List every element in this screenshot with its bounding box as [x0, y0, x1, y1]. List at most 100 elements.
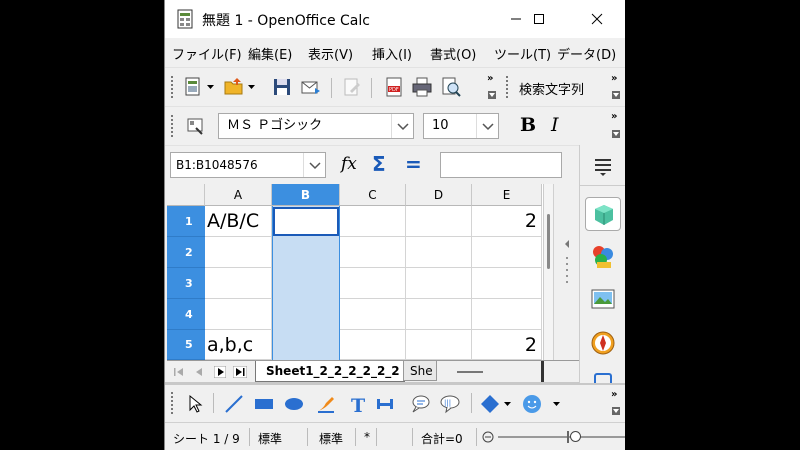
styles-icon[interactable]	[185, 115, 207, 137]
toolbar-grip[interactable]	[506, 76, 509, 98]
line-icon[interactable]	[223, 393, 245, 415]
table-cell[interactable]	[406, 299, 472, 330]
row-header[interactable]: 4	[167, 299, 205, 330]
sheet-indicator[interactable]: シート 1 / 9	[173, 430, 240, 447]
next-sheet-icon[interactable]	[214, 366, 226, 378]
cell-e1[interactable]: 2	[472, 206, 542, 237]
prev-sheet-icon[interactable]	[193, 366, 205, 378]
vertical-scrollbar[interactable]	[543, 184, 553, 360]
column-header-d[interactable]: D	[406, 184, 472, 206]
table-cell[interactable]	[406, 206, 472, 237]
new-document-icon[interactable]	[183, 76, 205, 98]
toolbar-more-icon[interactable]: »	[611, 74, 617, 84]
name-box[interactable]: B1:B1048576	[170, 152, 326, 178]
functions-icon[interactable]	[594, 373, 612, 383]
comment-icon[interactable]: |||	[439, 393, 461, 415]
menu-insert[interactable]: 挿入(I)	[372, 44, 412, 63]
menu-file[interactable]: ファイル(F)	[172, 44, 242, 63]
select-cursor-icon[interactable]	[185, 393, 207, 415]
chevron-down-icon[interactable]	[303, 153, 325, 177]
toolbar-more-icon[interactable]: »	[611, 112, 617, 122]
properties-tab[interactable]	[585, 197, 621, 231]
save-icon[interactable]	[271, 76, 293, 98]
toolbar-options-icon[interactable]	[488, 91, 496, 99]
chevron-down-icon[interactable]	[248, 85, 255, 90]
toolbar-more-icon[interactable]: »	[487, 74, 493, 84]
font-name-box[interactable]: ＭＳ Ｐゴシック	[218, 113, 414, 139]
sheet-tab-active[interactable]: Sheet1_2_2_2_2_2_2	[255, 361, 405, 382]
zoom-out-icon[interactable]	[482, 431, 494, 443]
page-style[interactable]: 標準	[258, 430, 282, 447]
menu-view[interactable]: 表示(V)	[308, 44, 353, 63]
table-cell[interactable]	[406, 237, 472, 268]
toolbar-grip[interactable]	[171, 76, 174, 98]
table-cell[interactable]	[472, 299, 542, 330]
scrollbar-thumb[interactable]	[547, 214, 550, 269]
cell-a1[interactable]: A/B/C	[205, 206, 272, 237]
row-header[interactable]: 3	[167, 268, 205, 299]
export-pdf-icon[interactable]: PDF	[383, 76, 405, 98]
text-tool-icon[interactable]: T	[347, 393, 369, 415]
sheet-tab[interactable]: She	[403, 361, 437, 381]
zoom-slider[interactable]	[498, 436, 625, 438]
menu-tools[interactable]: ツール(T)	[494, 44, 551, 63]
cell-a5[interactable]: a,b,c	[205, 330, 272, 360]
toolbar-grip[interactable]	[171, 115, 174, 137]
table-cell[interactable]	[472, 237, 542, 268]
font-size-box[interactable]: 10	[423, 113, 499, 139]
chevron-down-icon[interactable]	[207, 85, 214, 90]
print-icon[interactable]	[411, 76, 433, 98]
table-cell[interactable]	[406, 268, 472, 299]
sum-display[interactable]: 合計=0	[421, 430, 463, 447]
fontwork-icon[interactable]	[375, 393, 397, 415]
chevron-down-icon[interactable]	[476, 114, 498, 138]
last-sheet-icon[interactable]	[233, 366, 247, 378]
table-cell[interactable]	[340, 268, 406, 299]
zoom-slider-thumb[interactable]	[570, 431, 581, 442]
table-cell[interactable]	[205, 237, 272, 268]
function-wizard-button[interactable]: fx	[341, 154, 357, 174]
table-cell[interactable]	[205, 268, 272, 299]
table-cell[interactable]	[205, 299, 272, 330]
toolbar-options-icon[interactable]	[612, 91, 620, 99]
table-cell[interactable]	[340, 330, 406, 360]
sidebar-menu-icon[interactable]	[592, 155, 614, 177]
menu-format[interactable]: 書式(O)	[430, 44, 476, 63]
toolbar-options-icon[interactable]	[612, 130, 620, 138]
first-sheet-icon[interactable]	[173, 366, 185, 378]
close-button[interactable]	[574, 0, 620, 38]
column-header-c[interactable]: C	[340, 184, 406, 206]
maximize-button[interactable]	[516, 0, 562, 38]
bold-button[interactable]: B	[520, 114, 536, 136]
menu-edit[interactable]: 編集(E)	[248, 44, 292, 63]
sidebar-collapse-handle[interactable]	[563, 240, 571, 300]
freeform-icon[interactable]	[315, 393, 337, 415]
table-cell[interactable]	[406, 330, 472, 360]
function-button[interactable]: =	[405, 152, 422, 176]
chevron-down-icon[interactable]	[504, 402, 511, 407]
edit-file-icon[interactable]	[341, 76, 363, 98]
navigator-icon[interactable]	[589, 329, 617, 357]
column-header-a[interactable]: A	[205, 184, 272, 206]
column-header-b[interactable]: B	[272, 184, 340, 206]
basic-shapes-icon[interactable]	[479, 393, 501, 415]
formula-input[interactable]	[440, 152, 562, 178]
column-header-e[interactable]: E	[472, 184, 542, 206]
table-cell[interactable]	[340, 237, 406, 268]
gallery-icon[interactable]	[589, 285, 617, 313]
find-text-label[interactable]: 検索文字列	[519, 79, 584, 98]
callout-icon[interactable]	[409, 393, 431, 415]
cell-b1-cursor[interactable]	[273, 207, 339, 236]
cell-e5[interactable]: 2	[472, 330, 542, 360]
toolbar-options-icon[interactable]	[612, 407, 620, 415]
ellipse-icon[interactable]	[283, 393, 305, 415]
chevron-down-icon[interactable]	[553, 402, 560, 407]
sidebar-splitter[interactable]	[553, 184, 579, 360]
toolbar-more-icon[interactable]: »	[611, 390, 617, 400]
tab-scroll-splitter[interactable]	[457, 371, 483, 373]
row-header[interactable]: 1	[167, 206, 205, 237]
row-header[interactable]: 5	[167, 330, 205, 360]
menu-data[interactable]: データ(D)	[557, 44, 616, 63]
table-cell[interactable]	[472, 268, 542, 299]
toolbar-grip[interactable]	[171, 392, 174, 414]
